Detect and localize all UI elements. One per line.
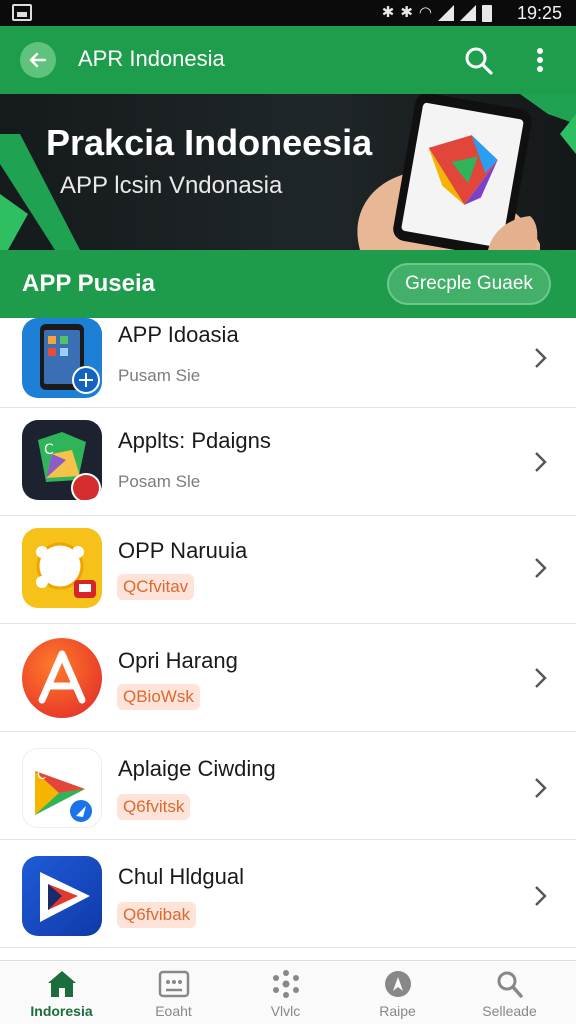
app-subtitle: Posam Sle xyxy=(118,472,201,491)
chevron-right-icon xyxy=(535,778,547,798)
signal-icon-2 xyxy=(460,5,476,21)
app-title: OPP Naruuia xyxy=(118,538,248,563)
back-button[interactable] xyxy=(20,42,56,78)
app-title: APR Indonesia xyxy=(78,46,225,71)
app-tag: QCfvitav xyxy=(117,574,195,600)
list-item[interactable]: C Aplaige Ciwding Q6fvitsk xyxy=(0,732,576,840)
nav-label: Vlvlc xyxy=(270,1003,301,1019)
nav-item-indoresia[interactable]: Indoresia xyxy=(4,961,119,1024)
wifi-icon: ◠ xyxy=(418,4,432,21)
banner-title: Prakcia Indoneesia xyxy=(46,122,373,163)
app-title: Applts: Pdaigns xyxy=(118,428,271,453)
list-item[interactable]: C Applts: Pdaigns Posam Sle xyxy=(0,408,576,516)
app-subtitle: Pusam Sie xyxy=(118,366,201,385)
search-icon xyxy=(465,47,493,75)
nav-item-eoaht[interactable]: Eoaht xyxy=(116,961,231,1024)
nav-label: Selleade xyxy=(482,1003,537,1019)
more-options-button[interactable] xyxy=(528,44,552,78)
list-item[interactable]: Chul Hldgual Q6fvibak xyxy=(0,840,576,948)
chevron-right-icon xyxy=(535,668,547,688)
nav-item-raipe[interactable]: Raipe xyxy=(340,961,455,1024)
gallery-icon xyxy=(12,4,32,21)
app-icon-play-arrow xyxy=(22,856,102,936)
nav-label: Raipe xyxy=(379,1003,416,1019)
list-item[interactable]: Opri Harang QBioWsk xyxy=(0,624,576,732)
search-button[interactable] xyxy=(462,44,496,78)
chevron-right-icon xyxy=(535,452,547,472)
list-item[interactable]: APP Idoasia Pusam Sie xyxy=(0,318,576,408)
app-icon-play: C xyxy=(22,748,102,828)
vibrate-icon: ✱ xyxy=(400,4,413,21)
signal-icon xyxy=(438,5,454,21)
section-title: APP Puseia xyxy=(22,270,155,297)
banner-subtitle: APP lcsin Vndonasia xyxy=(60,172,283,199)
chevron-right-icon xyxy=(535,886,547,906)
status-time: 19:25 xyxy=(516,3,562,23)
app-title: Aplaige Ciwding xyxy=(118,756,276,781)
compass-icon xyxy=(385,971,411,997)
chevron-right-icon xyxy=(535,558,547,578)
chevron-right-icon xyxy=(535,348,547,368)
app-title: APP Idoasia xyxy=(118,322,239,347)
dashboard-icon xyxy=(158,970,190,998)
search-icon xyxy=(497,971,523,998)
nav-label: Eoaht xyxy=(155,1003,192,1019)
nav-label: Indoresia xyxy=(30,1003,93,1019)
section-header: APP Puseia Grecple Guaek xyxy=(0,250,576,318)
nav-item-selleade[interactable]: Selleade xyxy=(452,961,567,1024)
app-icon-store xyxy=(22,638,102,718)
svg-text:C: C xyxy=(37,768,46,783)
app-bar: APR Indonesia xyxy=(0,26,576,94)
nav-item-vlvlc[interactable]: Vlvlc xyxy=(228,961,343,1024)
dots-icon xyxy=(273,970,299,998)
app-tag: Q6fvitsk xyxy=(117,794,191,820)
arrow-left-icon xyxy=(29,52,47,68)
app-title: Opri Harang xyxy=(118,648,238,673)
status-bar: ✱ ✱ ◠ 19:25 xyxy=(0,0,576,26)
list-item[interactable]: OPP Naruuia QCfvitav xyxy=(0,516,576,624)
app-icon-flower xyxy=(22,528,102,608)
bottom-navigation: Indoresia Eoaht Vlvlc Raipe Selleade xyxy=(0,960,576,1024)
section-action-button[interactable]: Grecple Guaek xyxy=(387,263,551,305)
app-tag: QBioWsk xyxy=(117,684,200,710)
home-icon xyxy=(48,971,76,997)
promo-banner[interactable]: Prakcia Indoneesia APP lcsin Vndonasia xyxy=(0,94,576,250)
app-title: Chul Hldgual xyxy=(118,864,244,889)
status-icons: ✱ ✱ ◠ xyxy=(382,3,492,23)
more-vert-icon xyxy=(537,48,543,72)
battery-icon xyxy=(482,4,492,22)
app-list: APP Idoasia Pusam Sie C Applts: Pdaigns … xyxy=(0,318,576,960)
app-tag: Q6fvibak xyxy=(117,902,197,928)
svg-text:C: C xyxy=(44,442,54,458)
app-icon-phone xyxy=(22,318,102,398)
app-icon-maps: C xyxy=(22,420,102,500)
bluetooth-icon: ✱ xyxy=(381,4,395,21)
